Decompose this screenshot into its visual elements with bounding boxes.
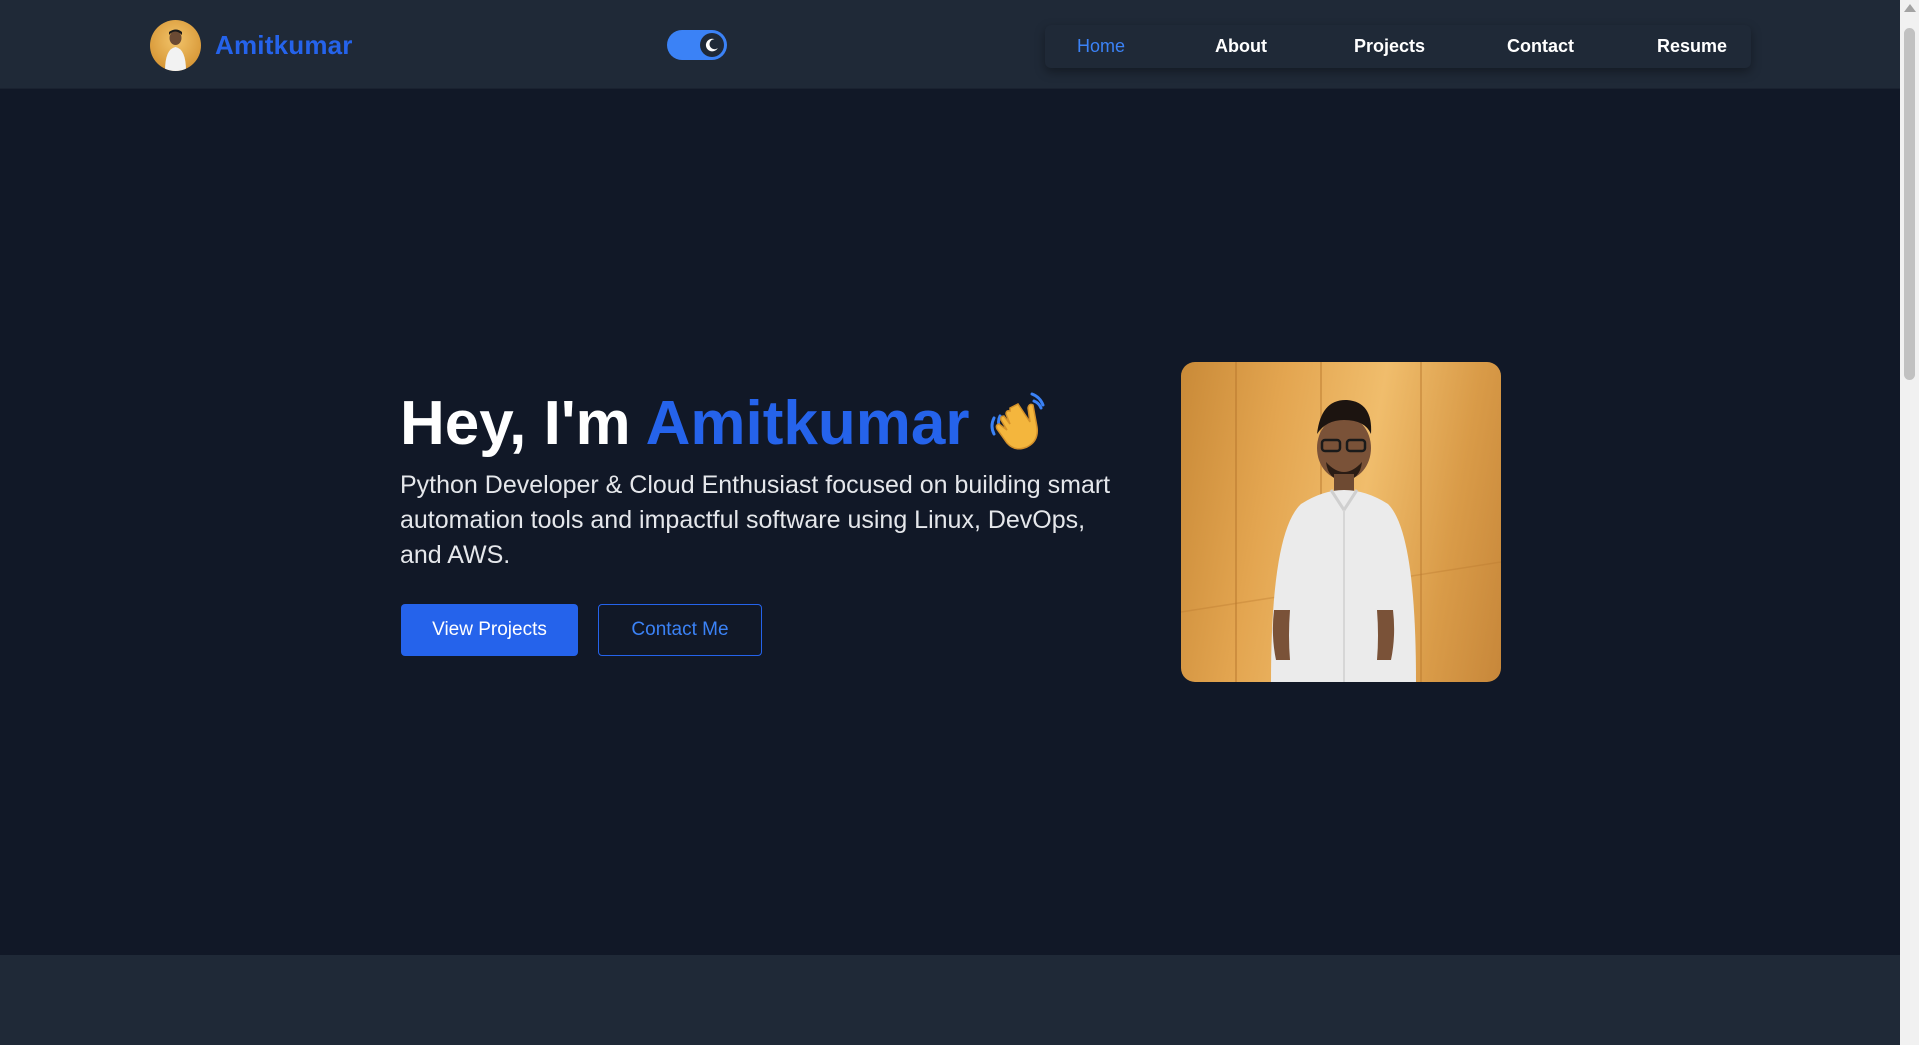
nav-projects[interactable]: Projects — [1354, 36, 1425, 57]
nav-home[interactable]: Home — [1077, 36, 1125, 57]
theme-toggle[interactable] — [667, 30, 727, 60]
nav-contact[interactable]: Contact — [1507, 36, 1574, 57]
hero-section: Hey, I'm Amitkumar Python Developer & Cl… — [0, 90, 1900, 955]
contact-me-button[interactable]: Contact Me — [598, 604, 762, 656]
hero-description: Python Developer & Cloud Enthusiast focu… — [400, 471, 1111, 569]
site-header: Amitkumar Home About Projects Contact Re… — [0, 0, 1900, 89]
toggle-knob — [700, 33, 724, 57]
nav-resume[interactable]: Resume — [1657, 36, 1727, 57]
scrollbar[interactable] — [1900, 0, 1919, 1045]
brand-name[interactable]: Amitkumar — [215, 30, 353, 61]
scroll-up-arrow-icon[interactable] — [1904, 4, 1916, 12]
nav-about[interactable]: About — [1215, 36, 1267, 57]
hero-greeting: Hey, I'm — [400, 389, 631, 458]
hero-title: Hey, I'm Amitkumar — [400, 388, 1050, 460]
wave-icon — [988, 388, 1050, 450]
brand[interactable]: Amitkumar — [150, 20, 353, 71]
main-nav: Home About Projects Contact Resume — [1045, 25, 1751, 68]
moon-icon — [705, 38, 718, 52]
scroll-thumb[interactable] — [1904, 28, 1915, 380]
next-section — [0, 955, 1900, 1045]
hero-name: Amitkumar — [645, 389, 970, 458]
view-projects-button[interactable]: View Projects — [401, 604, 578, 656]
profile-photo — [1181, 362, 1501, 682]
brand-avatar — [150, 20, 201, 71]
